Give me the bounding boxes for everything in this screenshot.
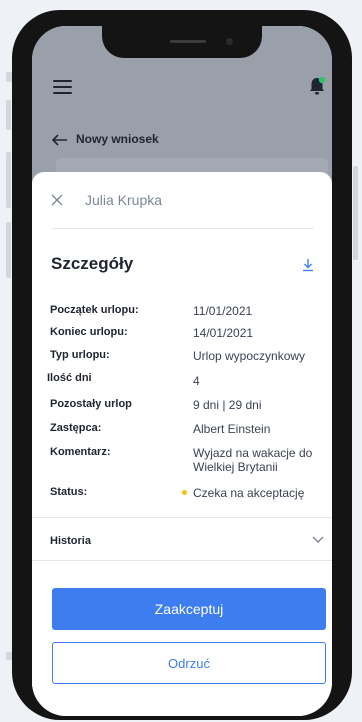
phone-side-button xyxy=(6,100,11,130)
phone-side-button xyxy=(353,166,358,260)
divider xyxy=(32,517,332,518)
remaining-leave-label: Pozostały urlop xyxy=(50,398,132,410)
chevron-down-icon[interactable] xyxy=(312,536,324,544)
leave-type-label: Typ urlopu: xyxy=(50,349,110,361)
accept-button[interactable]: Zaakceptuj xyxy=(52,588,326,630)
leave-type-value: Urlop wypoczynkowy xyxy=(193,349,306,363)
phone-notch xyxy=(102,26,262,58)
bell-icon[interactable] xyxy=(308,76,326,96)
substitute-value: Albert Einstein xyxy=(193,422,271,436)
section-title: Szczegóły xyxy=(51,254,134,273)
end-date-label: Koniec urlopu: xyxy=(50,326,128,338)
app-top-bar xyxy=(32,56,332,116)
history-toggle[interactable]: Historia xyxy=(50,535,91,547)
phone-side-button xyxy=(6,152,11,208)
status-indicator xyxy=(182,490,187,495)
days-count-value: 4 xyxy=(193,374,200,388)
phone-frame: Nowy wniosek Julia Krupka Szczegóły Pocz… xyxy=(12,10,352,720)
page-header: Nowy wniosek xyxy=(32,126,332,156)
status-label: Status: xyxy=(50,486,88,498)
sheet-header: Julia Krupka xyxy=(32,172,332,228)
details-bottom-sheet: Julia Krupka Szczegóły Początek urlopu: … xyxy=(32,172,332,716)
start-date-value: 11/01/2021 xyxy=(193,304,253,318)
substitute-label: Zastępca: xyxy=(50,422,102,434)
divider xyxy=(52,228,314,229)
download-icon[interactable] xyxy=(302,258,314,272)
close-icon[interactable] xyxy=(51,194,63,206)
page-title: Nowy wniosek xyxy=(76,132,159,146)
camera xyxy=(226,38,233,45)
days-count-label: Ilość dni xyxy=(47,372,92,384)
start-date-label: Początek urlopu: xyxy=(50,304,139,316)
comment-value: Wyjazd na wakacje do Wielkiej Brytanii xyxy=(193,446,313,474)
end-date-value: 14/01/2021 xyxy=(193,326,254,340)
menu-icon[interactable] xyxy=(53,80,72,94)
status-value: Czeka na akceptację xyxy=(193,486,305,500)
divider xyxy=(32,560,332,561)
phone-side-button xyxy=(6,222,11,278)
employee-name: Julia Krupka xyxy=(85,192,163,208)
remaining-leave-value: 9 dni | 29 dni xyxy=(193,398,262,412)
comment-label: Komentarz: xyxy=(50,446,111,458)
phone-screen: Nowy wniosek Julia Krupka Szczegóły Pocz… xyxy=(32,26,332,716)
back-arrow-icon[interactable] xyxy=(52,134,68,146)
reject-button[interactable]: Odrzuć xyxy=(52,642,326,684)
speaker xyxy=(170,40,206,43)
